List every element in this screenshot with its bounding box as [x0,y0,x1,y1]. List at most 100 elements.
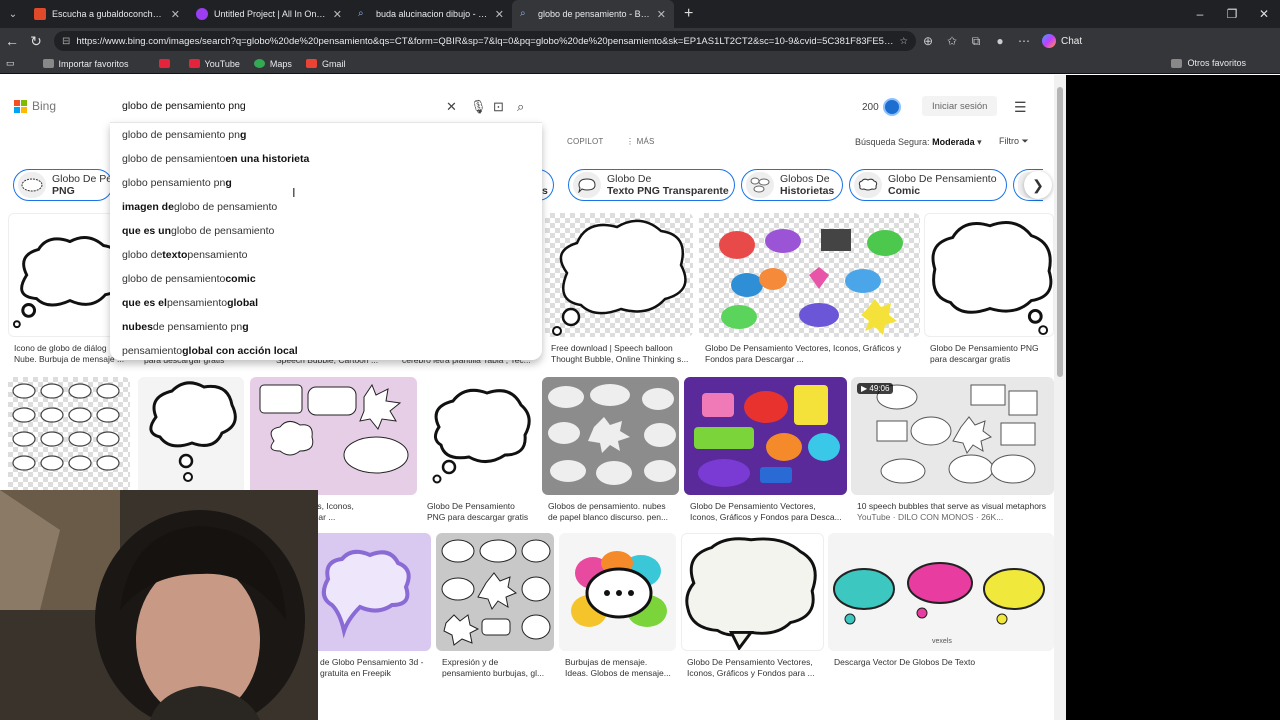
suggestion-text: globo de pensamiento [171,225,275,237]
tab-3-active[interactable]: ⌕ globo de pensamiento - Búsqueda ✕ [512,0,674,28]
suggestion-text: global con acción local [182,345,298,357]
suggestion-item[interactable]: globo pensamiento pn g [110,171,542,195]
suggestion-item[interactable]: imagen de globo de pensamiento [110,195,542,219]
suggestion-item[interactable]: globo de pensamiento comic [110,267,542,291]
result-7[interactable] [8,377,130,495]
result-15[interactable]: Expresión y de pensamiento burbujas, gl..… [436,533,554,683]
filter-button[interactable]: Filtro ⏷ [999,136,1029,147]
back-icon[interactable]: ← [0,33,24,49]
minimize-icon[interactable]: – [1184,0,1216,28]
search-input[interactable] [122,100,422,112]
bookmark-youtube-music[interactable] [158,59,175,68]
new-tab-icon[interactable]: + [674,0,703,28]
suggestion-text: global [227,297,258,309]
bing-logo[interactable]: Bing [14,99,56,113]
bookmark-youtube[interactable]: YouTube [188,59,240,69]
suggestion-item[interactable]: globo de pensamiento pn g [110,123,542,147]
result-4[interactable]: Free download | Speech balloon Thought Bu… [545,213,693,373]
search-icon[interactable]: ⌕ [517,99,524,115]
result-11[interactable]: Globos de pensamiento. nubes de papel bla… [542,377,679,527]
reload-icon[interactable]: ↻ [24,33,48,50]
result-17[interactable]: Globo De Pensamiento Vectores, Iconos, Gr… [681,533,824,683]
close-window-icon[interactable]: ✕ [1248,0,1280,28]
result-12[interactable]: Globo De Pensamiento Vectores, Iconos, Gr… [684,377,847,527]
tab-2[interactable]: ⌕ buda alucinacion dibujo - Búsqued ✕ [350,0,512,28]
scrollbar-thumb[interactable] [1057,87,1063,377]
site-info-icon[interactable]: ⊟ [62,36,70,47]
favorite-star-icon[interactable]: ☆ [899,36,908,47]
profile-avatar-icon[interactable]: ● [988,34,1012,48]
folder-icon [42,59,54,68]
bookmark-maps[interactable]: Maps [253,58,292,69]
bookmark-label: Maps [269,58,292,69]
suggestion-item[interactable]: globo de pensamiento en una historieta [110,147,542,171]
reading-list-icon[interactable]: ▭ [6,58,15,69]
result-8[interactable] [138,377,244,495]
text-cursor-icon: I [292,185,296,200]
result-image [138,377,244,495]
bookmark-gmail[interactable]: Gmail [305,59,345,69]
suggestion-item[interactable]: nubes de pensamiento pn g [110,315,542,339]
signin-button[interactable]: Iniciar sesión [922,96,998,116]
more-menu-icon[interactable]: ⋯ [1012,34,1036,48]
restore-icon[interactable]: ❐ [1216,0,1248,28]
chevron-down-icon: ▾ [977,137,982,147]
result-caption: Free download | Speech balloon Thought Bu… [551,343,689,364]
pill-globo-pensamiento-comic[interactable]: Globo De Pensamiento Comic [849,169,1007,201]
close-tab-icon[interactable]: ✕ [333,8,342,21]
favorites-icon[interactable]: ✩ [940,34,964,48]
result-caption: Globo De Pensamiento Vectores, Iconos, G… [705,343,902,364]
result-10[interactable]: Globo De Pensamiento PNG para descargar g… [421,377,538,527]
suggestion-item[interactable]: que es un globo de pensamiento [110,219,542,243]
suggestion-item[interactable]: que es el pensamiento global [110,291,542,315]
tab-search-icon[interactable]: ⌄ [0,0,26,28]
address-bar[interactable]: ⊟ https://www.bing.com/images/search?q=g… [54,31,916,51]
microphone-icon[interactable]: 🎙 [470,99,487,115]
suggestion-item[interactable]: globo de texto pensamiento [110,243,542,267]
result-6[interactable]: Globo De Pensamiento PNG para descargar g… [924,213,1054,373]
result-13[interactable]: ▶ 49:06 10 speech bubbles that serve as … [851,377,1054,527]
webcam-overlay [0,490,318,720]
result-18[interactable]: vexels Descarga Vector De Globos De Text… [828,533,1054,683]
close-tab-icon[interactable]: ✕ [657,8,666,21]
suggestion-item[interactable]: pensamiento global con acción local [110,339,542,363]
result-image [545,213,693,337]
suggestion-text: g [225,177,232,189]
pill-globo-texto-png[interactable]: Globo De Texto PNG Transparente [568,169,735,201]
filter-funnel-icon: ⏷ [1021,136,1029,146]
suggestion-text: texto [162,249,188,261]
rewards[interactable]: 200 [862,98,901,116]
result-image [318,533,431,651]
result-image [924,213,1054,337]
other-bookmarks[interactable]: Otros favoritos [1171,58,1246,68]
result-5[interactable]: Globo De Pensamiento Vectores, Iconos, G… [699,213,920,373]
bookmark-import[interactable]: Importar favoritos [42,59,129,69]
close-tab-icon[interactable]: ✕ [171,8,180,21]
hamburger-menu-icon[interactable]: ☰ [1014,99,1028,116]
page-scrollbar[interactable] [1054,75,1066,720]
pill-globo-pensamiento-png[interactable]: Globo De PensPNG [13,169,113,201]
close-tab-icon[interactable]: ✕ [495,8,504,21]
tab-1[interactable]: Untitled Project | All In One Web E ✕ [188,0,350,28]
nav-more[interactable]: ⋮ MÁS [626,137,655,146]
result-16[interactable]: Burbujas de mensaje. Ideas. Globos de men… [559,533,676,683]
pill-globos-historietas[interactable]: Globos De Historietas [741,169,843,201]
result-caption: Icono de globo de diálog Nube. Burbuja de… [14,343,125,364]
collections-icon[interactable]: ⧉ [964,34,988,49]
visual-search-icon[interactable]: ⊡ [493,99,504,115]
copilot-chat-button[interactable]: Chat [1042,34,1082,48]
chevron-right-icon[interactable]: ❯ [1024,171,1052,199]
suggestion-text: globo de pensamiento [122,273,226,285]
clear-icon[interactable]: ✕ [446,99,457,115]
result-image [421,377,538,495]
safe-search[interactable]: Búsqueda Segura: Moderada ▾ [855,137,982,148]
tab-0[interactable]: Escucha a gubaldoconcha3mlg | D ✕ [26,0,188,28]
nav-copilot[interactable]: COPILOT [567,137,604,146]
result-14[interactable]: de Globo Pensamiento 3d - gratuita en Fre… [318,533,431,683]
extension-icon[interactable]: ⊕ [916,34,940,48]
favicon-icon [196,8,208,20]
result-caption: Globo De Pensamiento PNG para descargar g… [427,501,529,522]
url-text: https://www.bing.com/images/search?q=glo… [76,35,897,47]
suggestion-text: nubes [122,321,153,333]
tab-title: Untitled Project | All In One Web E [214,9,327,19]
